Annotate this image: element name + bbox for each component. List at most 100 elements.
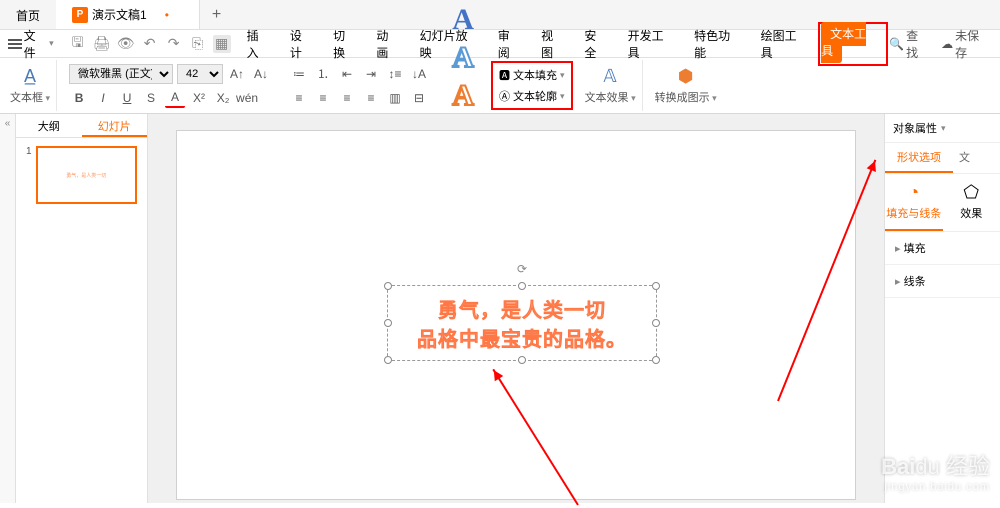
subscript-button[interactable]: X₂ xyxy=(213,88,233,108)
prop-sub-effect[interactable]: ⬠ 效果 xyxy=(943,174,1000,231)
section-line[interactable]: 线条 xyxy=(885,265,1000,298)
tab-animation[interactable]: 动画 xyxy=(367,22,408,66)
bold-button[interactable]: B xyxy=(69,88,89,108)
underline-button[interactable]: U xyxy=(117,88,137,108)
tab-security[interactable]: 安全 xyxy=(575,22,616,66)
resize-handle-e[interactable] xyxy=(652,319,660,327)
menu-icon xyxy=(8,37,22,51)
tab-special[interactable]: 特色功能 xyxy=(685,22,750,66)
resize-handle-n[interactable] xyxy=(518,282,526,290)
copy-icon[interactable]: ⎘ xyxy=(189,35,207,53)
highlight-text-tools: 文本工具 xyxy=(818,22,888,66)
file-menu[interactable]: 文件 ▾ xyxy=(0,27,62,61)
panel-tab-slides[interactable]: 幻灯片 xyxy=(82,114,148,137)
decrease-font-icon[interactable]: A↓ xyxy=(251,64,271,84)
resize-handle-ne[interactable] xyxy=(652,282,660,290)
pinyin-button[interactable]: wén xyxy=(237,88,257,108)
prop-tab-shape[interactable]: 形状选项 xyxy=(885,143,953,173)
text-fill-icon: 🅰 xyxy=(499,67,510,83)
tab-document[interactable]: P 演示文稿1 • xyxy=(56,0,200,29)
superscript-button[interactable]: X² xyxy=(189,88,209,108)
doc-title: 演示文稿1 xyxy=(92,6,147,23)
panel-tab-outline[interactable]: 大纲 xyxy=(16,114,82,137)
prop-sub-fill[interactable]: ◔ 填充与线条 xyxy=(885,174,943,231)
quick-access-toolbar: 🖫 🖨 👁 ↶ ↷ ⎘ ▦ xyxy=(63,35,237,53)
tab-home[interactable]: 首页 xyxy=(0,0,56,29)
file-label: 文件 xyxy=(24,27,47,61)
indent-decrease-button[interactable]: ⇤ xyxy=(337,64,357,84)
increase-font-icon[interactable]: A↑ xyxy=(227,64,247,84)
bullets-button[interactable]: ≔ xyxy=(289,64,309,84)
ribbon-tabs: 插入 设计 切换 动画 幻灯片放映 审阅 视图 安全 开发工具 特色功能 绘图工… xyxy=(238,22,889,66)
textbox-group[interactable]: A̲ 文本框 xyxy=(4,60,57,111)
workspace: « 大纲 幻灯片 1 勇气，是人类一切 ⟳ 勇气，是人类一切 xyxy=(0,114,1000,503)
italic-button[interactable]: I xyxy=(93,88,113,108)
slide-canvas[interactable]: ⟳ 勇气，是人类一切 品格中最宝贵的品格。 xyxy=(176,130,856,500)
tab-devtools[interactable]: 开发工具 xyxy=(619,22,684,66)
collapse-panel-button[interactable]: « xyxy=(0,114,16,503)
align-justify-button[interactable]: ≡ xyxy=(361,88,381,108)
text-direction-button[interactable]: ↓A xyxy=(409,64,429,84)
annotation-arrow-1 xyxy=(777,160,876,402)
text-line-2: 品格中最宝贵的品格。 xyxy=(396,323,648,352)
text-effect-icon: 𝔸 xyxy=(603,66,616,87)
convert-smart-group[interactable]: ⬢ 转换成图示 xyxy=(649,60,723,111)
wordart-style-2[interactable]: A xyxy=(445,3,481,37)
wordart-style-3[interactable]: A xyxy=(445,41,481,75)
presentation-icon: P xyxy=(72,7,88,23)
align-left-button[interactable]: ≡ xyxy=(289,88,309,108)
rotate-handle-icon[interactable]: ⟳ xyxy=(515,262,529,276)
columns-button[interactable]: ▥ xyxy=(385,88,405,108)
resize-handle-s[interactable] xyxy=(518,356,526,364)
cloud-icon: ☁ xyxy=(941,37,953,51)
indent-increase-button[interactable]: ⇥ xyxy=(361,64,381,84)
text-effect-group[interactable]: 𝔸 文本效果 xyxy=(579,60,643,111)
strikethrough-button[interactable]: S xyxy=(141,88,161,108)
ribbon-toolbar: A̲ 文本框 微软雅黑 (正文) 42 A↑ A↓ B I U S A X² X… xyxy=(0,58,1000,114)
modified-indicator: • xyxy=(165,8,169,22)
textbox-selected[interactable]: ⟳ 勇气，是人类一切 品格中最宝贵的品格。 xyxy=(387,285,657,361)
text-outline-icon: Ⓐ xyxy=(499,88,510,104)
redo-icon[interactable]: ↷ xyxy=(165,35,183,53)
annotation-arrow-2 xyxy=(492,369,578,506)
align-right-button[interactable]: ≡ xyxy=(337,88,357,108)
text-fill-button[interactable]: 🅰 文本填充 xyxy=(497,65,567,85)
slide-thumbnail-1[interactable]: 1 勇气，是人类一切 xyxy=(26,146,137,204)
wordart-style-4[interactable]: A xyxy=(445,79,481,113)
text-outline-button[interactable]: Ⓐ 文本轮廓 xyxy=(497,86,567,106)
slide-number: 1 xyxy=(26,146,32,204)
tab-texttools[interactable]: 文本工具 xyxy=(821,22,866,63)
search-button[interactable]: 🔍 查找 xyxy=(889,27,929,61)
prop-tab-text[interactable]: 文 xyxy=(953,143,976,173)
tab-transition[interactable]: 切换 xyxy=(324,22,365,66)
search-icon: 🔍 xyxy=(889,37,904,51)
undo-icon[interactable]: ↶ xyxy=(141,35,159,53)
font-size-select[interactable]: 42 xyxy=(177,64,223,84)
paragraph-group: ≔ ⒈ ⇤ ⇥ ↕≡ ↓A ≡ ≡ ≡ ≡ ▥ ⊟ xyxy=(283,60,435,111)
resize-handle-nw[interactable] xyxy=(384,282,392,290)
wordart-gallery[interactable]: A A A A A A ⋮ xyxy=(441,60,485,111)
tab-insert[interactable]: 插入 xyxy=(238,22,279,66)
tab-review[interactable]: 审阅 xyxy=(489,22,530,66)
line-spacing-button[interactable]: ↕≡ xyxy=(385,64,405,84)
save-icon[interactable]: 🖫 xyxy=(69,35,87,53)
tab-view[interactable]: 视图 xyxy=(532,22,573,66)
resize-handle-sw[interactable] xyxy=(384,356,392,364)
numbering-button[interactable]: ⒈ xyxy=(313,64,333,84)
print-icon[interactable]: 🖨 xyxy=(93,35,111,53)
tab-design[interactable]: 设计 xyxy=(281,22,322,66)
tab-drawtools[interactable]: 绘图工具 xyxy=(752,22,817,66)
unsaved-indicator[interactable]: ☁ 未保存 xyxy=(941,27,990,61)
tab-add-button[interactable]: + xyxy=(200,0,233,29)
resize-handle-se[interactable] xyxy=(652,356,660,364)
preview-icon[interactable]: 👁 xyxy=(117,35,135,53)
properties-panel: 对象属性▾ 形状选项 文 ◔ 填充与线条 ⬠ 效果 填充 线条 xyxy=(884,114,1000,503)
align-center-button[interactable]: ≡ xyxy=(313,88,333,108)
section-fill[interactable]: 填充 xyxy=(885,232,1000,265)
align-middle-button[interactable]: ⊟ xyxy=(409,88,429,108)
font-family-select[interactable]: 微软雅黑 (正文) xyxy=(69,64,173,84)
properties-title[interactable]: 对象属性▾ xyxy=(885,114,1000,143)
font-color-button[interactable]: A xyxy=(165,88,185,108)
resize-handle-w[interactable] xyxy=(384,319,392,327)
format-painter-icon[interactable]: ▦ xyxy=(213,35,231,53)
